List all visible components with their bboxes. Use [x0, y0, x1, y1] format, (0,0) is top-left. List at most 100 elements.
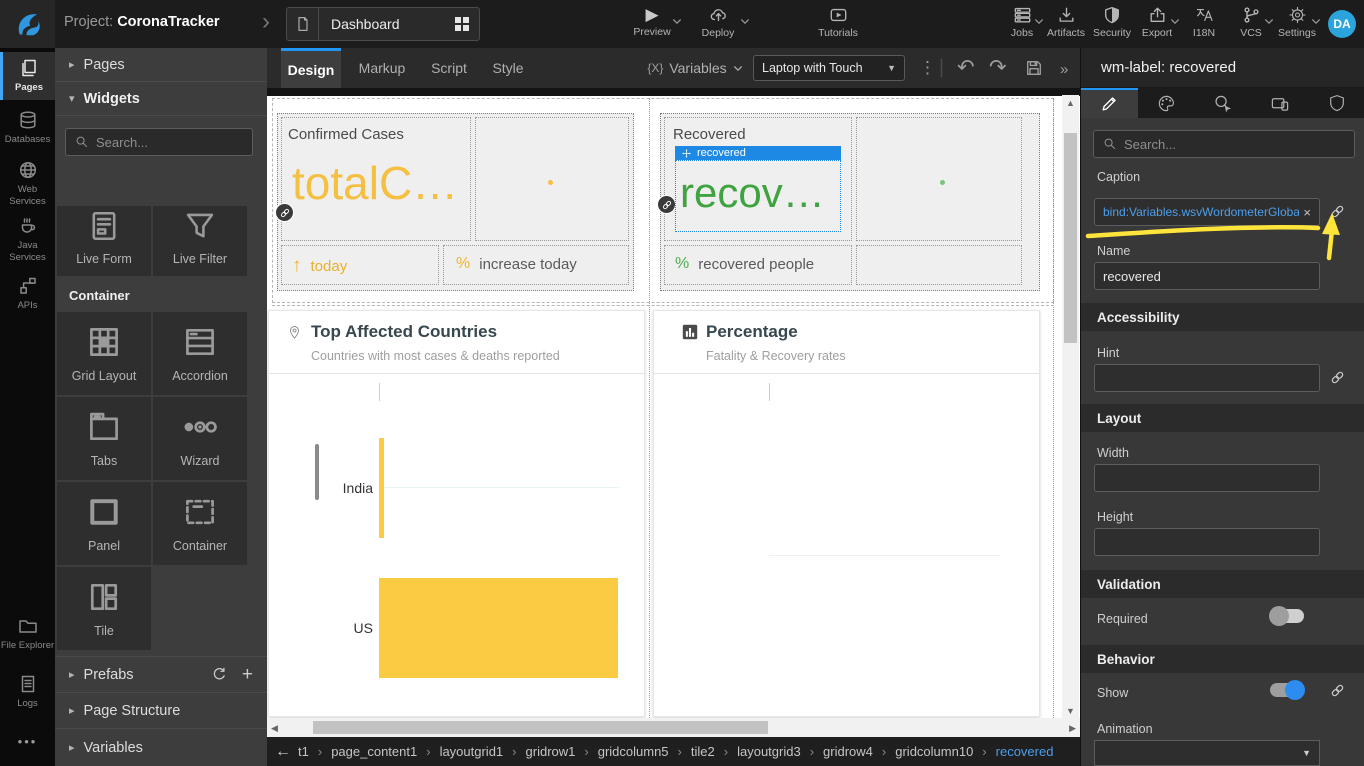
rail-item-web-services[interactable]: Web Services — [0, 154, 55, 208]
tab-events[interactable] — [1195, 88, 1252, 118]
canvas-horizontal-scrollbar[interactable]: ◀ ▶ — [267, 718, 1080, 737]
horizontal-scroll-thumb[interactable] — [313, 721, 768, 734]
rail-item-apis[interactable]: APIs — [0, 270, 55, 318]
show-bind-link-icon[interactable] — [1329, 682, 1346, 699]
clear-binding-icon[interactable]: × — [1303, 205, 1311, 220]
today-label[interactable]: today — [311, 258, 348, 275]
preview-chevron-icon[interactable] — [672, 18, 682, 25]
add-prefab-icon[interactable]: + — [242, 666, 253, 683]
height-field[interactable] — [1094, 528, 1320, 556]
breadcrumb-item[interactable]: gridrow4 — [820, 744, 876, 759]
tab-style[interactable]: Style — [483, 48, 533, 88]
widget-tile-tabs[interactable]: Tabs — [57, 397, 151, 480]
widget-tile-grid-layout[interactable]: Grid Layout — [57, 312, 151, 395]
widget-tile-container[interactable]: Container — [153, 482, 247, 565]
breadcrumb-item[interactable]: tile2 — [688, 744, 718, 759]
move-handle-icon[interactable] — [682, 149, 691, 158]
caption-field[interactable]: × — [1094, 198, 1320, 226]
user-avatar[interactable]: DA — [1328, 10, 1356, 38]
variables-button[interactable]: {X} Variables — [645, 48, 745, 88]
expand-inspector-icon[interactable]: » — [1060, 59, 1068, 81]
page-tab-dashboard[interactable]: Dashboard — [286, 7, 480, 41]
tab-design[interactable]: Design — [281, 48, 341, 88]
bar-india[interactable] — [379, 438, 384, 538]
rail-item-logs[interactable]: Logs — [0, 668, 55, 716]
undo-icon[interactable]: ↶ — [957, 57, 975, 79]
widget-tile-accordion[interactable]: Accordion — [153, 312, 247, 395]
increase-stat-cell[interactable]: % increase today — [443, 245, 629, 285]
increase-today-label[interactable]: increase today — [479, 256, 577, 273]
width-input[interactable] — [1103, 471, 1311, 486]
prefabs-section-header[interactable]: ▸ Prefabs + — [55, 656, 267, 692]
property-search[interactable] — [1093, 130, 1355, 158]
deploy-button[interactable]: Deploy — [692, 6, 744, 39]
required-toggle[interactable] — [1269, 606, 1305, 626]
settings-chevron-icon[interactable] — [1311, 18, 1321, 25]
save-icon[interactable] — [1025, 59, 1043, 77]
scroll-up-icon[interactable]: ▲ — [1066, 98, 1075, 108]
i18n-button[interactable]: I18N — [1178, 6, 1230, 39]
bind-link-icon[interactable] — [658, 196, 675, 213]
recovered-stat-cell[interactable]: % recovered people — [664, 245, 852, 285]
recovered-title[interactable]: Recovered — [673, 126, 746, 143]
widget-search[interactable] — [65, 128, 253, 156]
breadcrumb-item[interactable]: gridrow1 — [523, 744, 579, 759]
rail-overflow-button[interactable]: ••• — [0, 734, 55, 749]
tab-security[interactable] — [1308, 88, 1364, 118]
total-cases-label-widget[interactable]: totalC… — [292, 156, 468, 210]
pages-section-header[interactable]: ▸ Pages + « — [55, 48, 267, 82]
property-search-input[interactable] — [1124, 137, 1345, 152]
caption-input[interactable] — [1103, 205, 1299, 219]
behavior-section-header[interactable]: Behavior — [1081, 645, 1364, 673]
widget-tile-live-filter[interactable]: Live Filter — [153, 206, 247, 276]
widget-tile-live-form[interactable]: Live Form — [57, 206, 151, 276]
hint-field[interactable] — [1094, 364, 1320, 392]
deploy-chevron-icon[interactable] — [740, 18, 750, 25]
width-field[interactable] — [1094, 464, 1320, 492]
recovered-label-widget[interactable]: recov… — [680, 169, 838, 217]
confirmed-empty-cell[interactable] — [475, 117, 629, 241]
scroll-down-icon[interactable]: ▼ — [1066, 706, 1075, 716]
grid-view-icon[interactable] — [455, 17, 469, 31]
confirmed-label-cell[interactable]: Confirmed Cases totalC… — [281, 117, 471, 241]
rail-item-java-services[interactable]: Java Services — [0, 210, 55, 264]
app-logo[interactable] — [0, 0, 55, 48]
widget-panel-scrollbar[interactable] — [315, 444, 319, 500]
animation-select[interactable]: ▼ — [1094, 740, 1320, 766]
artifacts-button[interactable]: Artifacts — [1040, 6, 1092, 39]
tab-devices[interactable] — [1251, 88, 1308, 118]
recovered-people-label[interactable]: recovered people — [698, 256, 814, 273]
redo-icon[interactable]: ↷ — [989, 57, 1007, 79]
widgets-section-header[interactable]: ▾ Widgets — [55, 82, 267, 116]
recovered-label-cell[interactable]: Recovered recovered recov… — [664, 117, 852, 241]
canvas-vertical-scrollbar[interactable]: ▲ ▼ — [1062, 95, 1079, 719]
show-toggle[interactable] — [1269, 680, 1305, 700]
widget-tile-wizard[interactable]: Wizard — [153, 397, 247, 480]
confirmed-cases-title[interactable]: Confirmed Cases — [288, 126, 404, 143]
hint-bind-link-icon[interactable] — [1329, 369, 1346, 386]
back-arrow-icon[interactable]: ← — [275, 743, 291, 761]
breadcrumb-item[interactable]: t1 — [295, 744, 312, 759]
tile-confirmed-cases[interactable]: Confirmed Cases totalC… ↑ today % increa… — [277, 113, 634, 291]
page-structure-section-header[interactable]: ▸ Page Structure — [55, 692, 267, 728]
rail-item-file-explorer[interactable]: File Explorer — [0, 610, 55, 664]
device-preview-select[interactable]: Laptop with Touch ▼ — [753, 55, 905, 81]
refresh-prefabs-icon[interactable] — [211, 666, 228, 683]
top-affected-countries-panel[interactable]: Top Affected Countries Countries with mo… — [268, 310, 645, 717]
percentage-panel[interactable]: Percentage Fatality & Recovery rates — [653, 310, 1040, 717]
tutorials-button[interactable]: Tutorials — [812, 6, 864, 39]
breadcrumb-item[interactable]: layoutgrid1 — [437, 744, 507, 759]
breadcrumb-item[interactable]: gridcolumn10 — [892, 744, 976, 759]
vertical-scroll-thumb[interactable] — [1064, 133, 1077, 343]
kebab-menu-icon[interactable]: ⋮ — [919, 57, 936, 79]
recovered-empty-cell[interactable] — [856, 117, 1022, 241]
height-input[interactable] — [1103, 535, 1311, 550]
scroll-right-icon[interactable]: ▶ — [1069, 723, 1076, 734]
tile-recovered[interactable]: Recovered recovered recov… % recovered p… — [660, 113, 1040, 291]
scroll-left-icon[interactable]: ◀ — [271, 723, 278, 734]
name-field[interactable] — [1094, 262, 1320, 290]
layout-section-header[interactable]: Layout — [1081, 404, 1364, 432]
tab-styles[interactable] — [1138, 88, 1195, 118]
tab-properties[interactable] — [1081, 88, 1138, 118]
hint-input[interactable] — [1103, 371, 1311, 386]
